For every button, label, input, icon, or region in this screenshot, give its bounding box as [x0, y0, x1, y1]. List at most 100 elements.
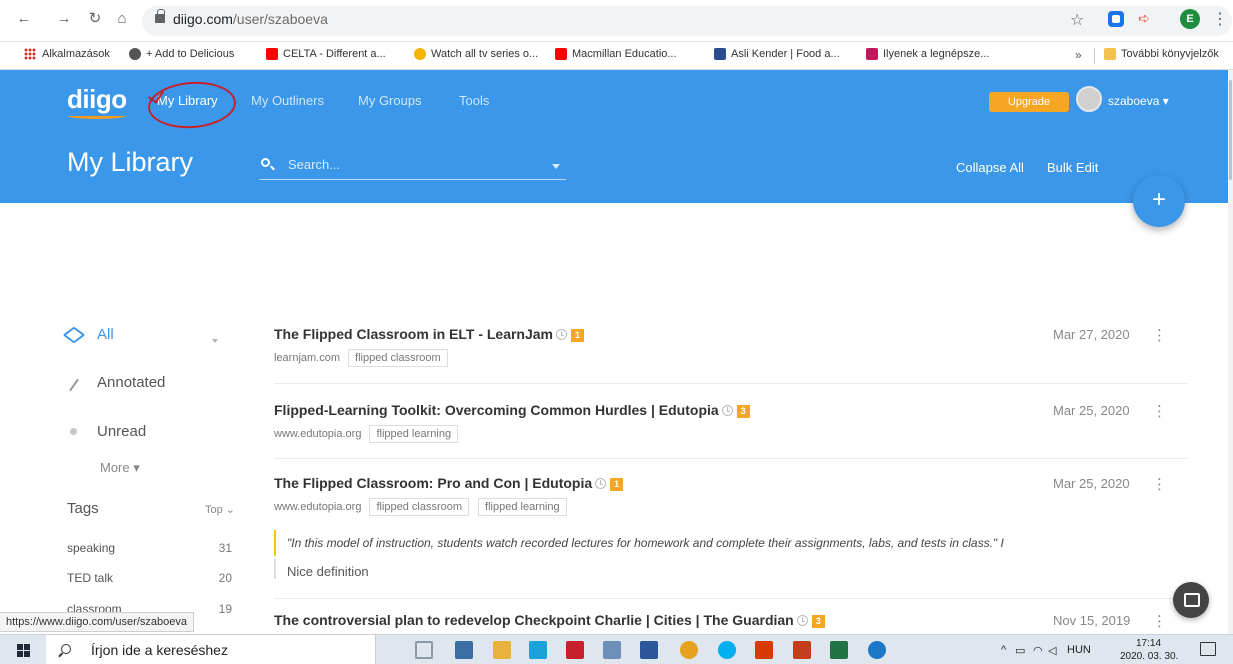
- taskbar-search-input[interactable]: [91, 641, 361, 659]
- tag-count: 31: [218, 541, 232, 555]
- bookmark-ilyenek[interactable]: Ilyenek a legnépsze...: [866, 48, 989, 60]
- tag-chip[interactable]: flipped learning: [369, 425, 459, 443]
- extension-arrow-icon[interactable]: ➪: [1138, 10, 1150, 27]
- chevron-down-icon[interactable]: [212, 339, 218, 343]
- bookmark-label: Ilyenek a legnépsze...: [883, 48, 990, 60]
- url-text[interactable]: diigo.com/user/szaboeva: [173, 11, 328, 27]
- bookmark-delicious[interactable]: + Add to Delicious: [129, 48, 234, 60]
- back-arrow-icon[interactable]: ←: [14, 9, 34, 29]
- filter-all[interactable]: All: [62, 325, 114, 344]
- bulk-edit-button[interactable]: Bulk Edit: [1047, 160, 1098, 175]
- battery-icon[interactable]: ▭: [1015, 644, 1025, 657]
- lock-icon: [155, 9, 165, 23]
- annotation-count-badge[interactable]: 1: [571, 329, 585, 342]
- nav-tools[interactable]: Tools: [459, 93, 489, 108]
- word-icon[interactable]: [640, 641, 658, 659]
- bookmark-label: Asli Kender | Food a...: [731, 48, 840, 60]
- edge-icon[interactable]: [868, 641, 886, 659]
- wifi-icon[interactable]: ◠: [1033, 644, 1043, 657]
- mcafee-icon[interactable]: [566, 641, 584, 659]
- reload-icon[interactable]: ↻: [85, 9, 105, 29]
- bookmark-title[interactable]: The controversial plan to redevelop Chec…: [274, 612, 794, 628]
- filter-unread[interactable]: Unread: [67, 423, 146, 440]
- taskbar-date[interactable]: 2020. 03. 30.: [1120, 651, 1178, 662]
- tag-chip[interactable]: flipped classroom: [369, 498, 470, 516]
- bookmark-apps[interactable]: Alkalmazások: [24, 48, 110, 60]
- paint-icon[interactable]: [603, 641, 621, 659]
- diigo-logo[interactable]: diigo: [67, 84, 127, 115]
- tag-chip[interactable]: flipped classroom: [348, 349, 448, 367]
- search-input[interactable]: [288, 154, 538, 174]
- tray-chevron-icon[interactable]: ^: [1001, 644, 1006, 656]
- bookmark-date: Nov 15, 2019: [1053, 613, 1131, 628]
- volume-icon[interactable]: ◁: [1048, 644, 1056, 657]
- task-view-icon[interactable]: [415, 641, 433, 659]
- tag-count: 19: [218, 602, 232, 616]
- bookmark-title[interactable]: Flipped-Learning Toolkit: Overcoming Com…: [274, 402, 719, 418]
- filter-annotated[interactable]: Annotated: [67, 374, 165, 391]
- forward-arrow-icon[interactable]: →: [54, 9, 74, 29]
- notification-icon[interactable]: [1200, 642, 1216, 656]
- tag-chip[interactable]: flipped learning: [478, 498, 567, 516]
- input-language[interactable]: HUN: [1067, 644, 1091, 656]
- taskbar-time[interactable]: 17:14: [1136, 638, 1161, 649]
- bookmarks-overflow-button[interactable]: »: [1075, 48, 1082, 62]
- upgrade-button[interactable]: Upgrade: [989, 92, 1069, 112]
- home-icon[interactable]: ⌂: [112, 9, 132, 29]
- bookmark-date: Mar 27, 2020: [1053, 327, 1130, 342]
- profile-avatar[interactable]: E: [1180, 9, 1200, 29]
- office-icon[interactable]: [755, 641, 773, 659]
- annotation-count-badge[interactable]: 1: [610, 478, 624, 491]
- powerpoint-icon[interactable]: [793, 641, 811, 659]
- item-menu-icon[interactable]: ⋮: [1152, 326, 1167, 344]
- search-dropdown-icon[interactable]: [552, 164, 560, 169]
- bookmark-label: Macmillan Educatio...: [572, 48, 677, 60]
- youtube-icon: [555, 48, 567, 60]
- annotation-count-badge[interactable]: 3: [736, 405, 750, 418]
- item-menu-icon[interactable]: ⋮: [1152, 402, 1167, 420]
- help-chat-button[interactable]: [1173, 582, 1209, 618]
- collapse-all-button[interactable]: Collapse All: [956, 160, 1024, 175]
- start-button[interactable]: [0, 635, 46, 664]
- skype-icon[interactable]: [718, 641, 736, 659]
- annotation-count-badge[interactable]: 3: [811, 615, 825, 628]
- tag-row[interactable]: TED talk 20: [67, 571, 232, 585]
- bookmark-label: Alkalmazások: [42, 48, 110, 60]
- bookmark-tv-series[interactable]: Watch all tv series o...: [414, 48, 538, 60]
- filter-label: Annotated: [97, 374, 166, 391]
- tags-sort-dropdown[interactable]: Top ⌄: [205, 503, 235, 516]
- scrollbar-thumb[interactable]: [1229, 80, 1232, 180]
- lingo-app-icon[interactable]: [529, 641, 547, 659]
- annotation-circle: [146, 78, 238, 132]
- page-title: My Library: [67, 147, 194, 177]
- user-avatar[interactable]: [1076, 86, 1102, 112]
- item-menu-icon[interactable]: ⋮: [1152, 612, 1167, 630]
- bookmark-domain[interactable]: www.edutopia.org: [274, 501, 361, 513]
- chrome-icon[interactable]: [680, 641, 698, 659]
- highlight-quote[interactable]: "In this model of instruction, students …: [287, 536, 1004, 550]
- bookmark-title[interactable]: The Flipped Classroom in ELT - LearnJam: [274, 326, 553, 342]
- bookmark-domain[interactable]: www.edutopia.org: [274, 428, 361, 440]
- item-menu-icon[interactable]: ⋮: [1152, 475, 1167, 493]
- bookmark-asli-kender[interactable]: Asli Kender | Food a...: [714, 48, 840, 60]
- store-icon[interactable]: [455, 641, 473, 659]
- user-menu[interactable]: szaboeva ▾: [1108, 94, 1169, 108]
- bookmark-macmillan[interactable]: Macmillan Educatio...: [555, 48, 677, 60]
- bookmark-domain[interactable]: learnjam.com: [274, 352, 340, 364]
- other-bookmarks[interactable]: További könyvjelzők: [1104, 48, 1219, 60]
- add-bookmark-button[interactable]: +: [1133, 175, 1185, 227]
- file-explorer-icon[interactable]: [493, 641, 511, 659]
- bookmark-celta[interactable]: CELTA - Different a...: [266, 48, 386, 60]
- nav-my-outliners[interactable]: My Outliners: [251, 93, 324, 108]
- browser-menu-icon[interactable]: ⋮: [1212, 9, 1228, 29]
- filter-label: All: [97, 326, 114, 343]
- nav-my-groups[interactable]: My Groups: [358, 93, 422, 108]
- bookmark-title[interactable]: The Flipped Classroom: Pro and Con | Edu…: [274, 475, 592, 491]
- annotation-note[interactable]: Nice definition: [287, 564, 369, 579]
- bookmark-star-icon[interactable]: ☆: [1070, 10, 1084, 30]
- excel-icon[interactable]: [830, 641, 848, 659]
- tag-row[interactable]: speaking 31: [67, 541, 232, 555]
- more-filters-button[interactable]: More ▾: [100, 460, 140, 476]
- extension-icon[interactable]: [1108, 11, 1124, 27]
- list-divider: [274, 598, 1188, 599]
